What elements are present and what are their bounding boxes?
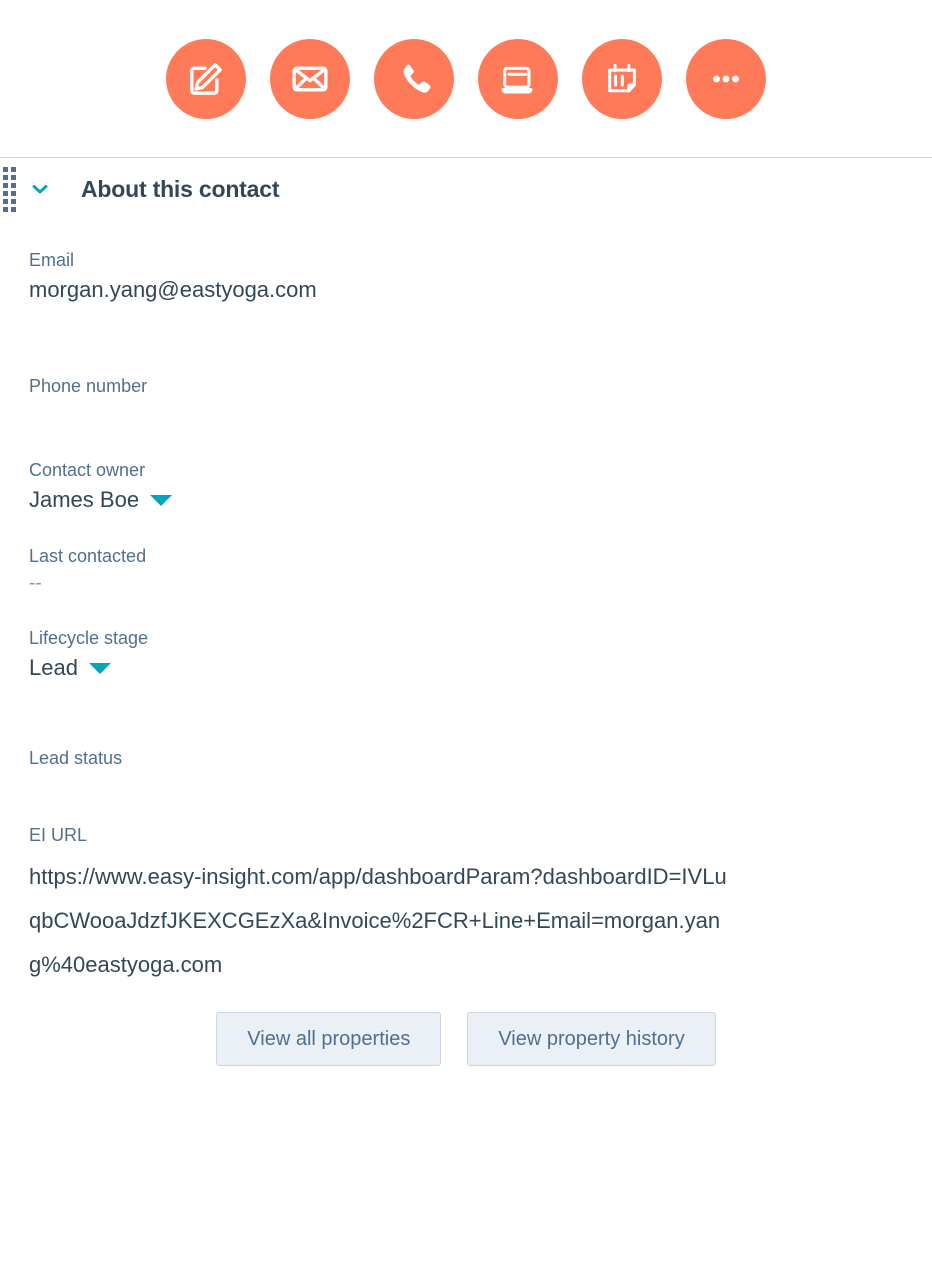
property-lifecycle-stage: Lifecycle stage Lead <box>29 626 932 684</box>
note-action-button[interactable] <box>166 38 246 119</box>
ellipsis-more-icon <box>706 59 746 99</box>
caret-down-icon-lifecycle-stage[interactable] <box>88 663 111 675</box>
phone-call-icon <box>395 60 433 98</box>
property-label-lifecycle-stage: Lifecycle stage <box>29 628 149 649</box>
property-email: Email morgan.yang@eastyoga.com <box>29 248 932 306</box>
property-label-email: Email <box>29 250 75 270</box>
view-all-properties-button[interactable]: View all properties <box>216 1012 442 1067</box>
property-value-lifecycle-stage[interactable]: Lead <box>29 653 932 683</box>
property-label-contact-owner: Contact owner <box>29 459 146 480</box>
property-label-ei-url: EI URL <box>29 825 88 846</box>
more-actions-button[interactable] <box>686 38 766 119</box>
drag-handle-icon[interactable] <box>3 166 21 212</box>
meeting-action-button[interactable] <box>582 38 662 119</box>
property-phone-number: Phone number <box>29 374 932 401</box>
contact-properties-list: Email morgan.yang@eastyoga.com Phone num… <box>0 220 932 987</box>
property-value-ei-url[interactable]: https://www.easy-insight.com/app/dashboa… <box>29 855 729 987</box>
email-envelope-icon <box>290 59 330 99</box>
property-label-last-contacted: Last contacted <box>29 545 147 566</box>
property-last-contacted: Last contacted -- <box>29 544 932 598</box>
property-value-email[interactable]: morgan.yang@eastyoga.com <box>29 275 932 305</box>
caret-down-icon-contact-owner[interactable] <box>150 494 173 506</box>
properties-footer-actions: View all properties View property histor… <box>0 1012 932 1067</box>
task-log-icon <box>499 60 537 98</box>
note-edit-icon <box>186 59 226 99</box>
property-lead-status: Lead status <box>29 746 932 773</box>
property-value-contact-owner[interactable]: James Boe <box>29 485 932 515</box>
contact-action-bar <box>0 0 932 157</box>
log-action-button[interactable] <box>478 38 558 119</box>
property-contact-owner: Contact owner James Boe <box>29 458 932 516</box>
email-action-button[interactable] <box>270 38 350 119</box>
about-contact-section-header[interactable]: About this contact <box>0 158 932 220</box>
property-label-lead-status: Lead status <box>29 747 123 768</box>
contact-owner-text: James Boe <box>29 487 140 513</box>
calendar-meeting-icon <box>603 60 641 98</box>
property-value-last-contacted[interactable]: -- <box>29 571 932 597</box>
property-ei-url: EI URL https://www.easy-insight.com/app/… <box>29 823 932 987</box>
page-title: About this contact <box>81 175 280 202</box>
lifecycle-stage-text: Lead <box>29 655 78 681</box>
property-label-phone-number: Phone number <box>29 375 148 396</box>
view-property-history-button[interactable]: View property history <box>467 1012 716 1067</box>
chevron-down-icon[interactable] <box>29 178 51 200</box>
call-action-button[interactable] <box>374 38 454 119</box>
